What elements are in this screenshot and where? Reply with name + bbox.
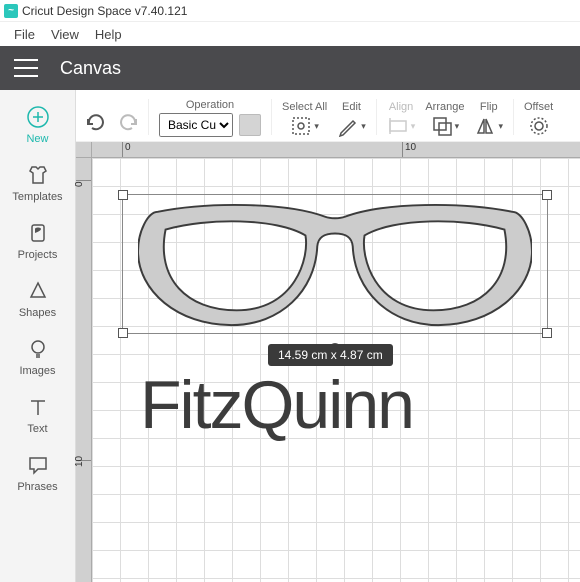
sidebar: New Templates Projects Shapes Images Tex… bbox=[0, 90, 76, 582]
align-label: Align bbox=[389, 101, 413, 113]
handle-bottom-left[interactable] bbox=[118, 328, 128, 338]
sidebar-item-label: Images bbox=[19, 365, 55, 377]
select-all-label: Select All bbox=[282, 101, 327, 113]
size-badge: 14.59 cm x 4.87 cm bbox=[268, 344, 393, 366]
align-icon bbox=[387, 115, 409, 137]
offset-label: Offset bbox=[524, 101, 553, 113]
handle-bottom-right[interactable] bbox=[542, 328, 552, 338]
app-header: Canvas bbox=[0, 46, 580, 90]
operation-select[interactable]: Basic Cut bbox=[159, 113, 233, 137]
handle-top-right[interactable] bbox=[542, 190, 552, 200]
sidebar-item-new[interactable]: New bbox=[0, 96, 75, 154]
edit-label: Edit bbox=[342, 101, 361, 113]
shirt-icon bbox=[26, 163, 50, 187]
operation-label: Operation bbox=[186, 99, 234, 111]
flip-label: Flip bbox=[480, 101, 498, 113]
select-all-group[interactable]: Select All ▾ bbox=[282, 101, 327, 137]
sidebar-item-label: Projects bbox=[18, 249, 58, 261]
sidebar-item-label: Shapes bbox=[19, 307, 56, 319]
offset-icon bbox=[528, 115, 550, 137]
arrange-label: Arrange bbox=[425, 101, 464, 113]
bulb-icon bbox=[26, 337, 50, 361]
operation-group: Operation Basic Cut bbox=[159, 99, 261, 137]
plus-circle-icon bbox=[26, 105, 50, 129]
menu-file[interactable]: File bbox=[14, 27, 35, 42]
color-swatch[interactable] bbox=[239, 114, 261, 136]
sidebar-item-label: Text bbox=[27, 423, 47, 435]
sidebar-item-text[interactable]: Text bbox=[0, 386, 75, 444]
sidebar-item-templates[interactable]: Templates bbox=[0, 154, 75, 212]
app-icon: ~ bbox=[4, 4, 18, 18]
ruler-horizontal[interactable]: 0 10 bbox=[92, 142, 580, 158]
arrange-group[interactable]: Arrange ▾ bbox=[425, 101, 464, 137]
shapes-icon bbox=[26, 279, 50, 303]
align-group: Align ▾ bbox=[387, 101, 416, 137]
sidebar-item-label: Templates bbox=[12, 191, 62, 203]
glasses-shape[interactable] bbox=[138, 200, 532, 332]
sidebar-item-images[interactable]: Images bbox=[0, 328, 75, 386]
sidebar-item-phrases[interactable]: Phrases bbox=[0, 444, 75, 502]
flip-group[interactable]: Flip ▾ bbox=[474, 101, 503, 137]
titlebar: ~ Cricut Design Space v7.40.121 bbox=[0, 0, 580, 22]
sidebar-item-shapes[interactable]: Shapes bbox=[0, 270, 75, 328]
handle-top-left[interactable] bbox=[118, 190, 128, 200]
canvas[interactable]: 14.59 cm x 4.87 cm FitzQuinn bbox=[92, 158, 580, 582]
chat-icon bbox=[26, 453, 50, 477]
sidebar-item-label: New bbox=[26, 133, 48, 145]
ruler-vertical[interactable]: 0 10 bbox=[76, 158, 92, 582]
sidebar-item-label: Phrases bbox=[17, 481, 57, 493]
hamburger-icon[interactable] bbox=[14, 59, 38, 77]
page-title: Canvas bbox=[60, 58, 121, 79]
window-title: Cricut Design Space v7.40.121 bbox=[22, 4, 187, 18]
menu-view[interactable]: View bbox=[51, 27, 79, 42]
pencil-icon bbox=[337, 115, 359, 137]
toolbar: Operation Basic Cut Select All ▾ Edit ▾ … bbox=[76, 90, 580, 142]
ruler-corner bbox=[76, 142, 92, 158]
text-icon bbox=[26, 395, 50, 419]
redo-icon[interactable] bbox=[116, 111, 138, 133]
select-all-icon bbox=[290, 115, 312, 137]
arrange-icon bbox=[431, 115, 453, 137]
card-icon bbox=[26, 221, 50, 245]
undo-icon[interactable] bbox=[84, 111, 106, 133]
sidebar-item-projects[interactable]: Projects bbox=[0, 212, 75, 270]
edit-group[interactable]: Edit ▾ bbox=[337, 101, 366, 137]
flip-icon bbox=[474, 115, 496, 137]
canvas-text-object[interactable]: FitzQuinn bbox=[140, 366, 413, 444]
offset-group[interactable]: Offset bbox=[524, 101, 553, 137]
menu-help[interactable]: Help bbox=[95, 27, 122, 42]
menubar: File View Help bbox=[0, 22, 580, 46]
